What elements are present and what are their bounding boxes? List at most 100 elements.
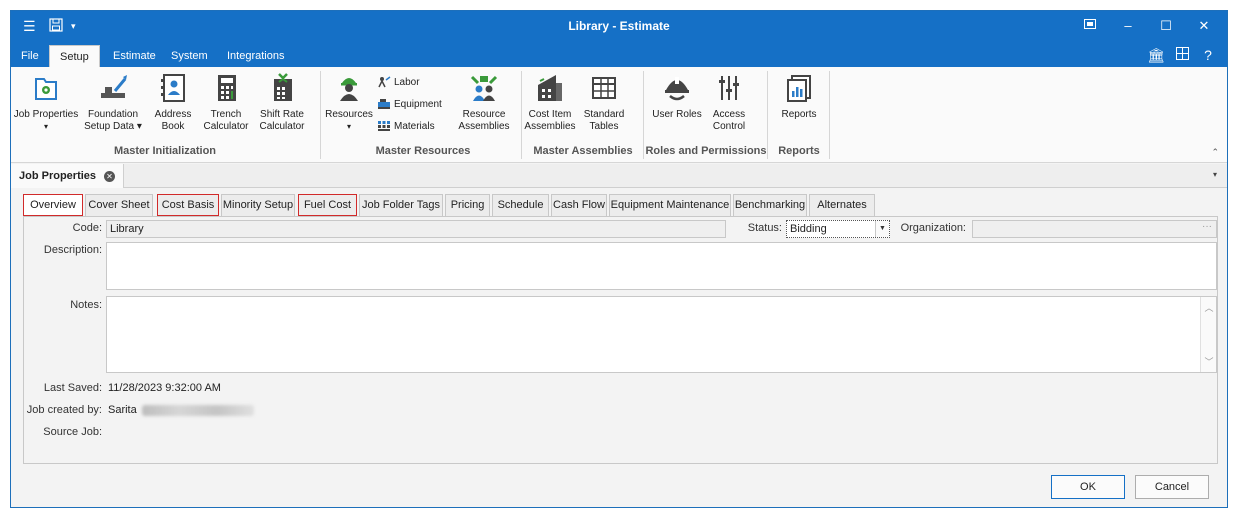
- ribbon: Job Properties ▾ Foundation Setup Data ▾…: [11, 67, 1227, 163]
- user-roles-button[interactable]: User Roles: [649, 73, 705, 121]
- tab-fuel-cost[interactable]: Fuel Cost: [298, 194, 357, 216]
- ribbon-separator: [829, 71, 830, 159]
- user-roles-label: User Roles: [652, 109, 702, 120]
- standard-tables-label-2: Tables: [589, 121, 619, 132]
- organization-field[interactable]: ···: [972, 220, 1217, 238]
- ellipsis-icon[interactable]: ···: [1202, 221, 1212, 232]
- tab-minority-setup[interactable]: Minority Setup: [221, 194, 295, 216]
- tab-schedule[interactable]: Schedule: [492, 194, 549, 216]
- standard-tables-button[interactable]: Standard Tables: [579, 73, 629, 133]
- labor-icon: [377, 76, 391, 88]
- group-label-reports: Reports: [778, 145, 820, 157]
- tab-alternates[interactable]: Alternates: [809, 194, 875, 216]
- close-icon[interactable]: ✕: [1189, 16, 1219, 36]
- minimize-icon[interactable]: –: [1113, 16, 1143, 36]
- tab-overview[interactable]: Overview: [23, 194, 83, 216]
- foundation-label-1: Foundation: [87, 109, 139, 120]
- materials-icon: [377, 120, 391, 132]
- document-tab-bar: Job Properties ✕ ▾: [11, 164, 1227, 188]
- tab-cover-sheet[interactable]: Cover Sheet: [85, 194, 153, 216]
- cancel-button[interactable]: Cancel: [1135, 475, 1209, 499]
- tab-job-folder-tags[interactable]: Job Folder Tags: [359, 194, 443, 216]
- help-icon[interactable]: ?: [1197, 46, 1219, 64]
- notes-scrollbar[interactable]: ︿ ﹀: [1200, 297, 1216, 372]
- window-title: Library - Estimate: [568, 19, 670, 33]
- access-control-button[interactable]: Access Control: [707, 73, 751, 133]
- notes-textarea[interactable]: ︿ ﹀: [106, 296, 1217, 373]
- foundation-setup-icon: [97, 73, 129, 103]
- doc-tab-label: Job Properties: [19, 170, 97, 182]
- scroll-down-icon[interactable]: ﹀: [1201, 355, 1217, 368]
- equipment-label: Equipment: [394, 99, 442, 110]
- table-icon: [588, 73, 620, 103]
- group-label-roles-permissions: Roles and Permissions: [645, 145, 767, 157]
- tab-estimate[interactable]: Estimate: [103, 45, 166, 67]
- standard-tables-label-1: Standard: [583, 109, 625, 120]
- calculator-icon: [210, 73, 242, 103]
- tab-file[interactable]: File: [11, 45, 49, 67]
- code-value: Library: [110, 223, 144, 235]
- source-job-label: Source Job:: [43, 426, 102, 438]
- collapse-ribbon-icon[interactable]: ⌃: [1211, 147, 1219, 158]
- resource-assemblies-icon: [468, 73, 500, 103]
- sliders-icon: [713, 73, 745, 103]
- resource-assemblies-label-1: Resource: [462, 109, 506, 120]
- shift-label-1: Shift Rate: [260, 109, 304, 120]
- grid-icon[interactable]: [1171, 46, 1193, 64]
- group-label-master-resources: Master Resources: [375, 145, 471, 157]
- tab-equipment-maintenance[interactable]: Equipment Maintenance: [609, 194, 731, 216]
- tab-pricing[interactable]: Pricing: [445, 194, 490, 216]
- bank-icon[interactable]: 🏛: [1145, 46, 1167, 64]
- address-book-button[interactable]: Address Book: [151, 73, 195, 133]
- group-label-master-initialization: Master Initialization: [113, 145, 217, 157]
- status-dropdown[interactable]: Bidding ▼: [786, 220, 890, 238]
- trench-label-1: Trench: [210, 109, 242, 120]
- scroll-up-icon[interactable]: ︿: [1201, 301, 1217, 314]
- cost-item-label-1: Cost Item: [528, 109, 572, 120]
- code-field[interactable]: Library: [106, 220, 726, 238]
- layout-icon[interactable]: [1075, 16, 1105, 36]
- estimate-window: ☰ ▾ Library - Estimate – ☐ ✕ File Setup …: [10, 10, 1228, 508]
- tab-cash-flow[interactable]: Cash Flow: [551, 194, 607, 216]
- trench-label-2: Calculator: [203, 121, 249, 132]
- cost-item-assemblies-button[interactable]: Cost Item Assemblies: [523, 73, 577, 133]
- access-control-label-1: Access: [712, 109, 746, 120]
- foundation-label-2: Setup Data ▾: [84, 121, 142, 132]
- menu-bar: File Setup Estimate System Integrations …: [11, 42, 1227, 67]
- job-properties-dropdown-icon: ▾: [43, 122, 48, 131]
- address-label-2: Book: [161, 121, 185, 132]
- shift-rate-calculator-button[interactable]: Shift Rate Calculator: [257, 73, 307, 133]
- resource-assemblies-button[interactable]: Resource Assemblies: [457, 73, 511, 133]
- foundation-setup-button[interactable]: Foundation Setup Data ▾: [81, 73, 145, 133]
- worker-icon: [333, 73, 365, 103]
- equipment-button[interactable]: Equipment: [377, 97, 442, 113]
- tab-system[interactable]: System: [161, 45, 218, 67]
- tab-cost-basis[interactable]: Cost Basis: [157, 194, 219, 216]
- resources-button[interactable]: Resources ▾: [325, 73, 373, 133]
- trench-calculator-button[interactable]: Trench Calculator: [201, 73, 251, 133]
- job-properties-label: Job Properties: [13, 109, 79, 120]
- ok-button[interactable]: OK: [1051, 475, 1125, 499]
- reports-button[interactable]: Reports: [775, 73, 823, 121]
- job-properties-icon: [30, 73, 62, 103]
- access-control-label-2: Control: [712, 121, 746, 132]
- maximize-icon[interactable]: ☐: [1151, 16, 1181, 36]
- labor-label: Labor: [394, 77, 420, 88]
- job-properties-doc-tab[interactable]: Job Properties ✕: [11, 164, 125, 188]
- reports-icon: [783, 73, 815, 103]
- job-properties-button[interactable]: Job Properties ▾: [13, 73, 79, 133]
- building-icon: [534, 73, 566, 103]
- tab-benchmarking[interactable]: Benchmarking: [733, 194, 807, 216]
- tab-integrations[interactable]: Integrations: [217, 45, 294, 67]
- equipment-icon: [377, 98, 391, 110]
- description-textarea[interactable]: [106, 242, 1217, 290]
- labor-button[interactable]: Labor: [377, 75, 420, 91]
- address-book-icon: [157, 73, 189, 103]
- close-tab-icon[interactable]: ✕: [104, 170, 116, 182]
- tab-setup[interactable]: Setup: [49, 45, 100, 67]
- tab-list-dropdown-icon[interactable]: ▾: [1213, 170, 1217, 179]
- materials-button[interactable]: Materials: [377, 119, 435, 135]
- resources-label: Resources: [325, 109, 373, 120]
- status-dropdown-icon[interactable]: ▼: [875, 221, 889, 237]
- content-area: Overview Cover Sheet Cost Basis Minority…: [11, 189, 1227, 507]
